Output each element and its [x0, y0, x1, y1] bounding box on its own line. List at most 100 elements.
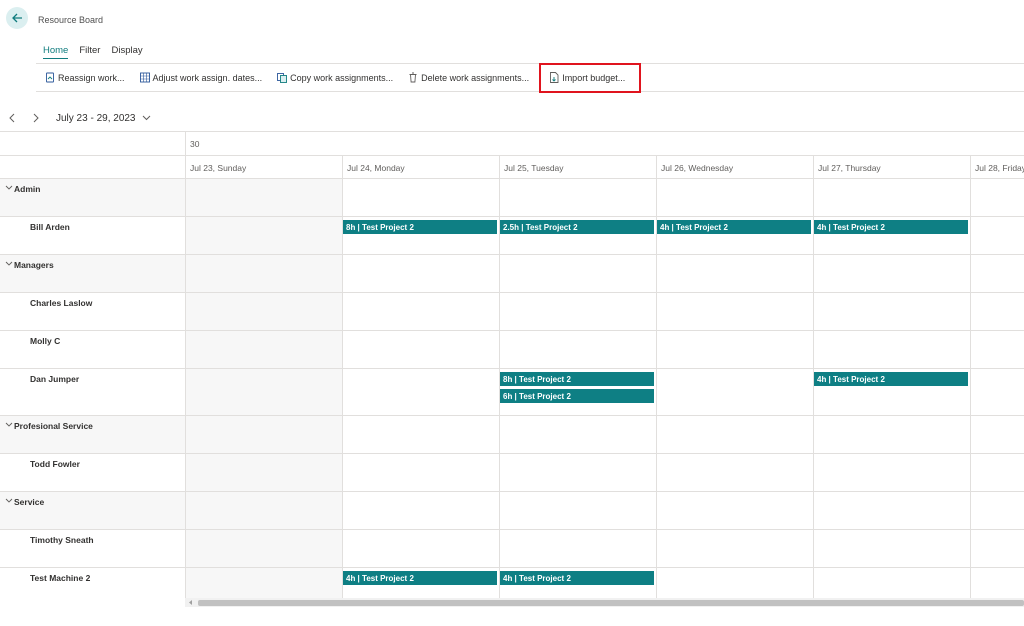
day-cell[interactable] [185, 331, 342, 368]
work-assignment-bar[interactable]: 6h | Test Project 2 [500, 389, 654, 403]
day-cell[interactable] [342, 530, 499, 567]
back-button[interactable] [6, 7, 28, 29]
day-cell[interactable] [656, 492, 813, 529]
tab-filter[interactable]: Filter [79, 45, 100, 59]
day-cell[interactable] [656, 331, 813, 368]
tab-home[interactable]: Home [43, 45, 69, 59]
chevron-right-icon [33, 113, 39, 123]
tab-display[interactable]: Display [111, 45, 142, 59]
scrollbar-thumb[interactable] [198, 600, 1024, 606]
adjust-work-assign-dates-button[interactable]: Adjust work assign. dates... [131, 66, 269, 90]
day-cell[interactable] [342, 331, 499, 368]
day-cell[interactable] [185, 255, 342, 292]
horizontal-scrollbar[interactable] [185, 598, 1024, 607]
day-cell[interactable] [499, 331, 656, 368]
action-bar: Reassign work... Adjust work assign. dat… [36, 62, 1024, 93]
day-cell[interactable] [499, 293, 656, 330]
day-cell[interactable] [970, 369, 1024, 415]
day-cell[interactable] [499, 454, 656, 491]
arrow-left-icon [12, 13, 22, 23]
day-cell[interactable] [813, 293, 970, 330]
day-cell[interactable] [342, 369, 499, 415]
day-cell[interactable] [185, 454, 342, 491]
day-cell[interactable] [813, 179, 970, 216]
work-assignment-bar[interactable]: 4h | Test Project 2 [657, 220, 811, 234]
resource-row: Molly C [0, 330, 1024, 368]
day-cell[interactable] [970, 255, 1024, 292]
reassign-icon [46, 72, 54, 83]
import-budget-button[interactable]: Import budget... [539, 62, 642, 93]
work-assignment-bar[interactable]: 4h | Test Project 2 [343, 571, 497, 585]
day-cell[interactable] [970, 416, 1024, 453]
day-header: Jul 25, Tuesday [499, 155, 656, 178]
chevron-down-icon[interactable] [5, 185, 13, 191]
day-cell[interactable] [813, 530, 970, 567]
day-header: Jul 27, Thursday [813, 155, 970, 178]
resource-name-cell: Dan Jumper [0, 369, 185, 415]
day-cell[interactable] [656, 454, 813, 491]
day-cell[interactable] [499, 255, 656, 292]
group-header[interactable]: Managers [0, 255, 185, 292]
work-assignment-bar[interactable]: 4h | Test Project 2 [814, 220, 968, 234]
day-cell[interactable] [499, 179, 656, 216]
reassign-work-button[interactable]: Reassign work... [36, 66, 131, 90]
day-cell[interactable] [185, 217, 342, 254]
next-week-button[interactable] [24, 106, 48, 130]
day-cell[interactable] [813, 492, 970, 529]
day-cell[interactable] [813, 255, 970, 292]
delete-work-assignments-button[interactable]: Delete work assignments... [399, 66, 535, 90]
day-cell[interactable] [499, 492, 656, 529]
day-cell[interactable] [656, 416, 813, 453]
day-cell[interactable] [342, 179, 499, 216]
day-cell[interactable] [499, 416, 656, 453]
ribbon-tabs: Home Filter Display [43, 45, 143, 59]
work-assignment-bar[interactable]: 8h | Test Project 2 [500, 372, 654, 386]
resource-row: Timothy Sneath [0, 529, 1024, 567]
day-cell[interactable] [185, 492, 342, 529]
work-assignment-bar[interactable]: 4h | Test Project 2 [814, 372, 968, 386]
work-assignment-bar[interactable]: 8h | Test Project 2 [343, 220, 497, 234]
day-cell[interactable] [342, 416, 499, 453]
day-cell[interactable] [185, 530, 342, 567]
work-assignment-bar[interactable]: 4h | Test Project 2 [500, 571, 654, 585]
day-cell[interactable] [656, 255, 813, 292]
day-cell[interactable] [970, 454, 1024, 491]
day-cell[interactable] [185, 369, 342, 415]
chevron-down-icon[interactable] [5, 261, 13, 267]
day-cell[interactable] [342, 454, 499, 491]
day-cell[interactable] [813, 454, 970, 491]
week-number: 30 [185, 132, 1024, 156]
chevron-down-icon[interactable] [5, 422, 13, 428]
previous-week-button[interactable] [0, 106, 24, 130]
day-cell[interactable] [813, 416, 970, 453]
day-cell[interactable] [970, 530, 1024, 567]
date-range-picker[interactable]: July 23 - 29, 2023 [56, 113, 151, 124]
day-header: Jul 24, Monday [342, 155, 499, 178]
day-cell[interactable] [499, 530, 656, 567]
group-row: Admin [0, 178, 1024, 216]
day-cell[interactable] [185, 416, 342, 453]
day-cell[interactable] [656, 179, 813, 216]
day-cell[interactable] [656, 530, 813, 567]
day-cell[interactable] [342, 255, 499, 292]
day-cell[interactable] [185, 293, 342, 330]
chevron-down-icon[interactable] [5, 498, 13, 504]
group-header[interactable]: Service [0, 492, 185, 529]
group-header[interactable]: Admin [0, 179, 185, 216]
group-header[interactable]: Profesional Service [0, 416, 185, 453]
day-cell[interactable] [970, 217, 1024, 254]
resource-name: Molly C [30, 336, 61, 346]
day-cell[interactable] [656, 293, 813, 330]
day-cell[interactable] [185, 179, 342, 216]
day-cell[interactable] [970, 492, 1024, 529]
day-cell[interactable] [970, 179, 1024, 216]
day-cell[interactable] [970, 293, 1024, 330]
day-cell[interactable] [813, 331, 970, 368]
date-range-label: July 23 - 29, 2023 [56, 112, 136, 124]
work-assignment-bar[interactable]: 2.5h | Test Project 2 [500, 220, 654, 234]
copy-work-assignments-button[interactable]: Copy work assignments... [268, 66, 399, 90]
day-cell[interactable] [342, 293, 499, 330]
day-cell[interactable] [970, 331, 1024, 368]
day-cell[interactable] [656, 369, 813, 415]
day-cell[interactable] [342, 492, 499, 529]
